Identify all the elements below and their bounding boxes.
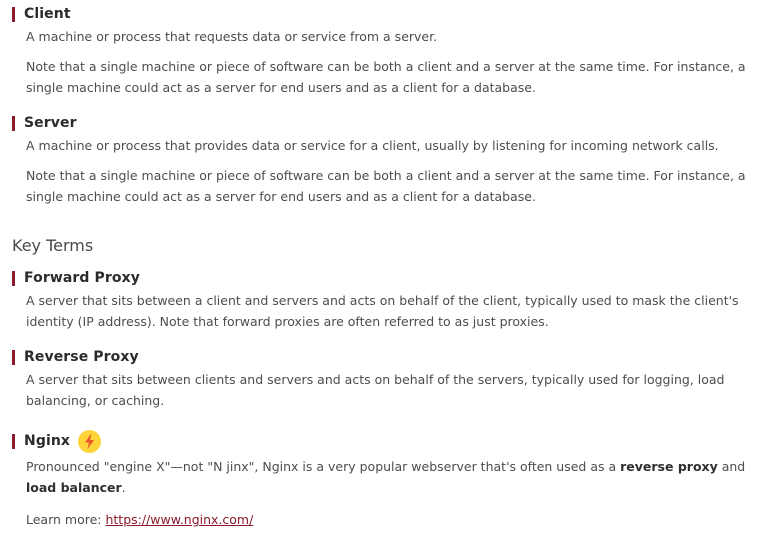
lightning-bolt-icon [78, 429, 102, 453]
key-term-reverse-proxy: Reverse Proxy A server that sits between… [12, 348, 753, 411]
section-heading-key-terms: Key Terms [12, 236, 94, 255]
page: Client A machine or process that request… [0, 0, 773, 544]
term-header: Server [12, 114, 753, 132]
accent-bar [12, 433, 15, 449]
term-header: Nginx [12, 429, 753, 453]
accent-bar [12, 115, 15, 131]
nginx-desc-suffix: . [121, 480, 126, 495]
learn-more: Learn more: https://www.nginx.com/ [26, 509, 753, 530]
accent-bar [12, 270, 15, 286]
term-header: Reverse Proxy [12, 348, 753, 366]
accent-bar [12, 6, 15, 22]
term-title: Forward Proxy [24, 270, 140, 286]
term-description: Pronounced "engine X"—not "N jinx", Ngin… [26, 456, 753, 498]
nginx-desc-load-balancer: load balancer [26, 480, 122, 495]
term-note: Note that a single machine or piece of s… [26, 168, 746, 204]
accent-bar [12, 349, 15, 365]
term-description: A server that sits between a client and … [26, 293, 739, 329]
term-description: A machine or process that provides data … [26, 138, 719, 153]
key-term-forward-proxy: Forward Proxy A server that sits between… [12, 269, 753, 332]
learn-more-label: Learn more: [26, 512, 106, 527]
term-title: Client [24, 6, 71, 22]
term-note: Note that a single machine or piece of s… [26, 59, 746, 95]
term-title: Server [24, 115, 77, 131]
key-term-nginx: Nginx Pronounced "engine X"—not "N jinx"… [12, 429, 753, 530]
definition-client: Client A machine or process that request… [12, 5, 753, 98]
term-description: A machine or process that requests data … [26, 29, 438, 44]
nginx-desc-prefix: Pronounced "engine X"—not "N jinx", Ngin… [26, 459, 621, 474]
term-title: Nginx [24, 433, 71, 449]
term-description: A server that sits between clients and s… [26, 372, 725, 408]
nginx-desc-reverse-proxy: reverse proxy [620, 459, 718, 474]
nginx-desc-mid: and [717, 459, 746, 474]
definition-server: Server A machine or process that provide… [12, 114, 753, 207]
term-header: Forward Proxy [12, 269, 753, 287]
term-title: Reverse Proxy [24, 349, 139, 365]
nginx-link[interactable]: https://www.nginx.com/ [105, 512, 253, 527]
term-header: Client [12, 5, 753, 23]
